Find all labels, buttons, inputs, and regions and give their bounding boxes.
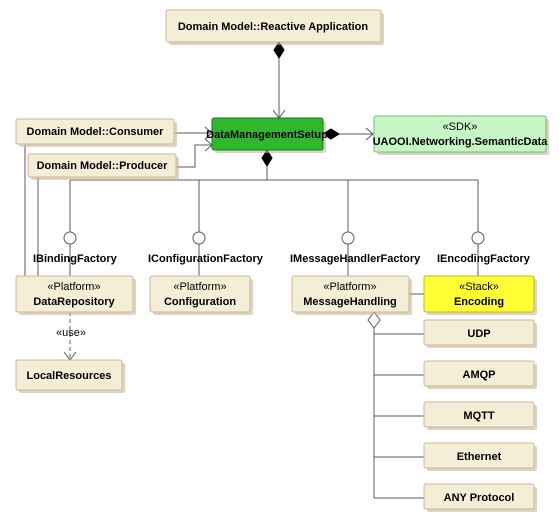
label-config-stereo: «Platform»	[173, 281, 226, 293]
iface-binding-label: IBindingFactory	[33, 253, 118, 265]
label-local-resources: LocalResources	[27, 370, 112, 382]
box-consumer: Domain Model::Consumer	[16, 119, 177, 147]
iface-ball-enc	[472, 232, 484, 244]
label-reactive-application: Domain Model::Reactive Application	[178, 21, 369, 33]
box-reactive-application: Domain Model::Reactive Application	[166, 10, 384, 45]
box-data-management-setup: DataManagementSetup	[206, 118, 328, 153]
box-producer: Domain Model::Producer	[28, 154, 179, 180]
label-consumer: Domain Model::Consumer	[27, 126, 165, 138]
box-mqtt: MQTT	[424, 402, 537, 430]
label-producer: Domain Model::Producer	[37, 160, 169, 172]
label-mqtt: MQTT	[463, 410, 494, 422]
label-msgh-stereo: «Platform»	[323, 281, 376, 293]
box-amqp: AMQP	[424, 361, 537, 389]
label-encoding-stereo: «Stack»	[459, 281, 499, 293]
box-data-repository: «Platform» DataRepository	[16, 276, 136, 315]
label-any-protocol: ANY Protocol	[444, 492, 515, 504]
diagram-canvas: Domain Model::Reactive Application Domai…	[0, 0, 559, 517]
label-repo-stereo: «Platform»	[47, 281, 100, 293]
box-sdk: «SDK» UAOOI.Networking.SemanticData	[373, 116, 549, 155]
label-sdk-stereo: «SDK»	[443, 121, 478, 133]
label-udp: UDP	[467, 328, 490, 340]
iface-ball-msg	[342, 232, 354, 244]
label-use: «use»	[56, 327, 86, 339]
label-repo: DataRepository	[33, 296, 115, 308]
iface-ball-config	[193, 232, 205, 244]
box-udp: UDP	[424, 320, 537, 348]
box-local-resources: LocalResources	[16, 360, 125, 393]
label-amqp: AMQP	[463, 369, 496, 381]
label-data-management-setup: DataManagementSetup	[206, 129, 328, 141]
box-ethernet: Ethernet	[424, 443, 537, 471]
iface-config-label: IConfigurationFactory	[148, 253, 264, 265]
iface-enc-label: IEncodingFactory	[437, 253, 531, 265]
iface-msg-label: IMessageHandlerFactory	[290, 253, 421, 265]
box-configuration: «Platform» Configuration	[150, 276, 253, 315]
label-config: Configuration	[164, 296, 236, 308]
label-encoding: Encoding	[454, 296, 504, 308]
label-msgh: MessageHandling	[303, 296, 397, 308]
box-encoding: «Stack» Encoding	[424, 276, 537, 315]
box-message-handling: «Platform» MessageHandling	[292, 276, 412, 315]
label-ethernet: Ethernet	[457, 451, 502, 463]
label-sdk: UAOOI.Networking.SemanticData	[373, 136, 549, 148]
box-any-protocol: ANY Protocol	[424, 484, 537, 512]
iface-ball-binding	[64, 232, 76, 244]
